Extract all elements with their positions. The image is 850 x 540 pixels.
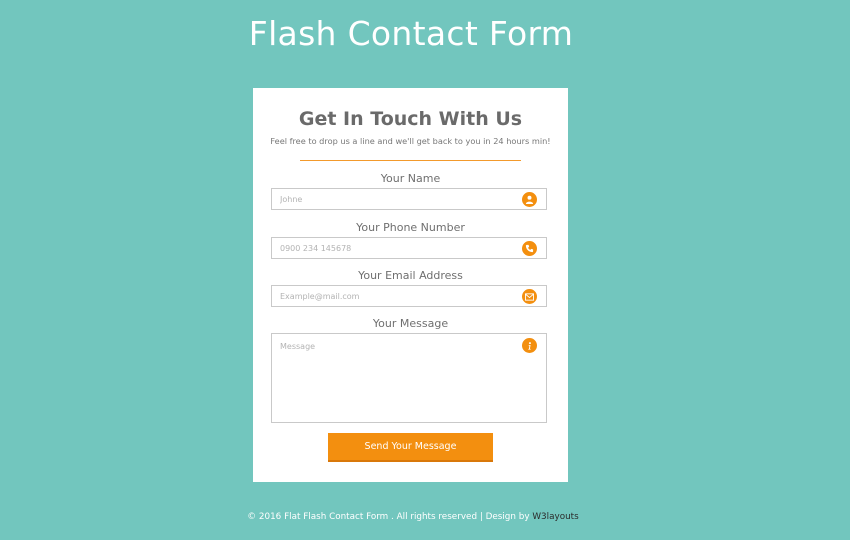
mail-icon	[522, 289, 537, 304]
send-message-button[interactable]: Send Your Message	[328, 433, 493, 462]
phone-label: Your Phone Number	[356, 221, 465, 234]
phone-icon	[522, 241, 537, 256]
phone-field	[271, 237, 547, 259]
email-label: Your Email Address	[358, 269, 463, 282]
form-subheading: Feel free to drop us a line and we'll ge…	[270, 136, 551, 146]
footer-text: © 2016 Flat Flash Contact Form . All rig…	[247, 512, 533, 522]
heading-divider	[300, 160, 521, 161]
name-input[interactable]	[272, 189, 546, 209]
phone-input[interactable]	[272, 238, 546, 258]
message-field	[271, 333, 547, 423]
email-field	[271, 285, 547, 307]
info-icon	[522, 338, 537, 353]
user-icon	[522, 192, 537, 207]
message-textarea[interactable]	[272, 334, 546, 422]
message-label: Your Message	[372, 317, 449, 330]
page-title: Flash Contact Form	[248, 14, 574, 53]
footer-link-w3layouts[interactable]: W3layouts	[532, 512, 578, 522]
form-heading: Get In Touch With Us	[298, 108, 523, 130]
name-label: Your Name	[380, 172, 441, 185]
name-field	[271, 188, 547, 210]
footer: © 2016 Flat Flash Contact Form . All rig…	[0, 512, 826, 522]
email-input[interactable]	[272, 286, 546, 306]
